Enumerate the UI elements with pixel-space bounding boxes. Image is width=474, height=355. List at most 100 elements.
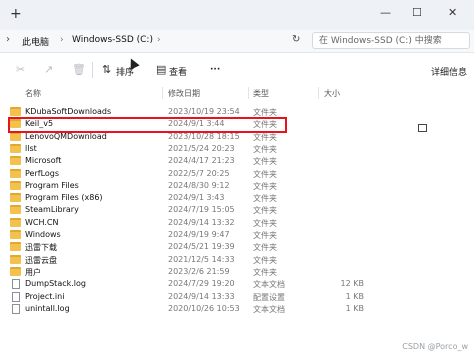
file-date: 2022/5/7 20:25 bbox=[168, 168, 230, 178]
share-icon[interactable]: ↗ bbox=[44, 63, 53, 76]
file-name: Project.ini bbox=[25, 291, 65, 301]
toolbar-divider bbox=[92, 62, 93, 78]
folder-icon bbox=[10, 254, 21, 264]
command-bar: ✂ ↗ 🗑 ⇅ 排序 ▤ 查看 ··· 详细信息 bbox=[0, 58, 474, 132]
file-name: DumpStack.log bbox=[25, 279, 86, 289]
search-input[interactable]: 在 Windows-SSD (C:) 中搜索 bbox=[312, 32, 470, 49]
file-name: WCH.CN bbox=[25, 217, 59, 227]
column-headers: 名称 ⌃ 修改日期 类型 大小 bbox=[0, 85, 474, 101]
file-date: 2023/2/6 21:59 bbox=[168, 266, 230, 276]
file-date: 2024/4/17 21:23 bbox=[168, 156, 235, 166]
file-row[interactable]: Program Files 2024/8/30 9:12 文件夹 bbox=[0, 180, 474, 192]
file-name: 迅雷下载 bbox=[25, 243, 57, 253]
folder-icon bbox=[10, 266, 21, 276]
file-type: 文件夹 bbox=[253, 144, 277, 154]
folder-icon bbox=[10, 217, 21, 227]
folder-icon bbox=[10, 156, 21, 166]
file-date: 2024/9/1 3:43 bbox=[168, 193, 225, 203]
file-name: unintall.log bbox=[25, 303, 70, 313]
file-row[interactable]: Project.ini 2024/9/14 13:33 配置设置 1 KB bbox=[0, 291, 474, 303]
file-icon bbox=[12, 291, 20, 302]
column-header-type[interactable]: 类型 bbox=[253, 88, 269, 99]
file-type: 文件夹 bbox=[253, 194, 277, 204]
file-type: 文本文档 bbox=[253, 280, 285, 290]
selection-highlight-box bbox=[8, 117, 287, 133]
file-date: 2024/9/19 9:47 bbox=[168, 230, 230, 239]
breadcrumb-separator-icon: › bbox=[60, 35, 64, 45]
file-type: 文件夹 bbox=[253, 157, 277, 167]
column-divider[interactable] bbox=[318, 87, 319, 99]
file-name: Program Files bbox=[25, 180, 79, 190]
watermark: CSDN @Porco_w bbox=[402, 342, 468, 351]
file-size: 1 KB bbox=[345, 303, 364, 313]
more-options-button[interactable]: ··· bbox=[210, 65, 220, 75]
cut-icon[interactable]: ✂ bbox=[16, 63, 25, 76]
maximize-icon[interactable]: ☐ bbox=[412, 6, 422, 19]
folder-icon bbox=[10, 205, 21, 215]
refresh-icon[interactable]: ↻ bbox=[292, 34, 300, 45]
file-type: 文件夹 bbox=[253, 267, 277, 277]
file-type: 文件夹 bbox=[253, 255, 277, 265]
file-icon bbox=[12, 303, 20, 314]
close-icon[interactable]: ✕ bbox=[448, 6, 457, 19]
folder-icon bbox=[10, 193, 21, 203]
file-date: 2021/12/5 14:33 bbox=[168, 254, 235, 264]
column-header-name[interactable]: 名称 bbox=[25, 88, 41, 99]
file-size: 12 KB bbox=[340, 279, 364, 289]
details-button[interactable]: 详细信息 bbox=[431, 65, 467, 78]
file-row[interactable]: 迅雷云盘 2021/12/5 14:33 文件夹 bbox=[0, 254, 474, 266]
file-row[interactable]: 用户 2023/2/6 21:59 文件夹 bbox=[0, 266, 474, 278]
file-type: 文件夹 bbox=[253, 231, 277, 240]
file-name: Microsoft bbox=[25, 156, 62, 166]
file-row[interactable]: WCH.CN 2024/9/14 13:32 文件夹 bbox=[0, 217, 474, 229]
file-name: llst bbox=[25, 143, 37, 153]
file-row[interactable]: Microsoft 2024/4/17 21:23 文件夹 bbox=[0, 155, 474, 167]
file-row[interactable]: 迅雷下载 2024/5/21 19:39 文件夹 bbox=[0, 241, 474, 253]
file-size: 1 KB bbox=[345, 291, 364, 301]
file-type: 文件夹 bbox=[253, 169, 277, 179]
view-button[interactable]: 查看 bbox=[169, 65, 187, 78]
file-row[interactable]: SteamLibrary 2024/7/19 15:05 文件夹 bbox=[0, 204, 474, 216]
file-type: 文件夹 bbox=[253, 132, 277, 142]
file-row[interactable]: unintall.log 2020/10/26 10:53 文本文档 1 KB bbox=[0, 303, 474, 315]
minimize-icon[interactable]: — bbox=[380, 6, 391, 19]
delete-icon[interactable]: 🗑 bbox=[72, 63, 86, 76]
file-row[interactable]: llst 2021/5/24 20:23 文件夹 bbox=[0, 143, 474, 155]
file-type: 文件夹 bbox=[253, 218, 277, 228]
file-type: 文件夹 bbox=[253, 243, 277, 253]
file-name: Windows bbox=[25, 230, 61, 239]
file-row[interactable]: Windows 2024/9/19 9:47 文件夹 bbox=[0, 229, 474, 241]
file-icon bbox=[12, 279, 20, 290]
file-date: 2021/5/24 20:23 bbox=[168, 143, 235, 153]
title-bar: + — ☐ ✕ bbox=[0, 0, 474, 30]
file-type: 文本文档 bbox=[253, 304, 285, 314]
sort-icon[interactable]: ⇅ bbox=[102, 63, 111, 76]
view-icon[interactable]: ▤ bbox=[156, 63, 166, 76]
column-divider[interactable] bbox=[248, 87, 249, 99]
folder-icon bbox=[10, 143, 21, 153]
file-name: SteamLibrary bbox=[25, 205, 79, 215]
file-name: PerfLogs bbox=[25, 168, 60, 178]
column-header-date[interactable]: 修改日期 bbox=[168, 88, 200, 99]
file-name: KDubaSoftDownloads bbox=[25, 107, 112, 116]
nav-chevron-icon: › bbox=[6, 34, 10, 45]
file-type: 配置设置 bbox=[253, 292, 285, 302]
breadcrumb-this-pc[interactable]: 此电脑 bbox=[22, 35, 49, 48]
file-row[interactable]: PerfLogs 2022/5/7 20:25 文件夹 bbox=[0, 168, 474, 180]
breadcrumb-separator-icon: › bbox=[157, 35, 161, 45]
column-header-size[interactable]: 大小 bbox=[324, 88, 340, 99]
file-date: 2024/9/14 13:33 bbox=[168, 291, 235, 301]
file-row[interactable]: DumpStack.log 2024/7/29 19:20 文本文档 12 KB bbox=[0, 278, 474, 290]
file-name: 迅雷云盘 bbox=[25, 255, 57, 265]
breadcrumb-drive[interactable]: Windows-SSD (C:) bbox=[72, 35, 153, 45]
file-name: 用户 bbox=[25, 267, 41, 277]
file-row[interactable]: Program Files (x86) 2024/9/1 3:43 文件夹 bbox=[0, 192, 474, 204]
file-date: 2020/10/26 10:53 bbox=[168, 303, 240, 313]
column-divider[interactable] bbox=[162, 87, 163, 99]
folder-icon bbox=[10, 107, 21, 116]
folder-icon bbox=[10, 180, 21, 190]
folder-icon bbox=[10, 230, 21, 239]
file-date: 2024/7/19 15:05 bbox=[168, 205, 235, 215]
new-tab-icon[interactable]: + bbox=[10, 6, 22, 22]
file-date: 2024/9/14 13:32 bbox=[168, 217, 235, 227]
